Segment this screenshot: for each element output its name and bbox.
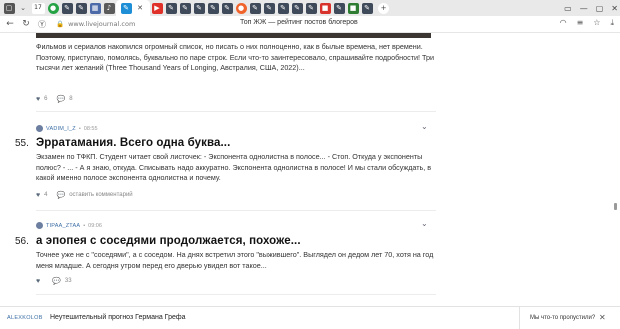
likes-count: 4 <box>44 192 48 198</box>
headphones-icon[interactable]: ◠ <box>560 18 567 28</box>
address-bar[interactable]: 🔒 www.livejournal.com <box>56 20 206 28</box>
tab-lj-icon[interactable]: ✎ <box>291 2 303 14</box>
post-excerpt: Точнее уже не с "соседями", а с соседом.… <box>36 250 434 270</box>
tab-lj-icon[interactable]: ✎ <box>75 2 87 14</box>
time-separator: • <box>83 222 86 229</box>
new-tab-icon[interactable]: + <box>378 2 389 14</box>
post-actions: ♥ 💬 33 <box>36 277 72 286</box>
missed-link[interactable]: Мы что-то пропустили? <box>530 315 595 321</box>
tab-green-icon[interactable]: ■ <box>347 2 359 14</box>
bookmark-icon[interactable]: ☆ <box>593 18 600 28</box>
tab-lj-icon[interactable]: ✎ <box>249 2 261 14</box>
bookmarks-icon[interactable]: ▭ <box>564 4 572 13</box>
post-time: 08:55 <box>83 125 98 132</box>
tab-lj-icon[interactable]: ✎ <box>277 2 289 14</box>
toolbar-actions: ◠ ≡ ☆ ⤓ <box>560 18 614 28</box>
tab-news-icon[interactable]: ● <box>235 2 247 14</box>
download-icon[interactable]: ⤓ <box>610 18 614 28</box>
tab-active[interactable]: ✎ ✕ <box>116 0 150 16</box>
tab-music-icon[interactable]: ♪ <box>103 2 115 14</box>
post-actions: ♥ 6 💬 8 <box>36 95 73 104</box>
divider <box>36 111 436 112</box>
tab-lj-icon[interactable]: ▢ <box>3 2 15 14</box>
tab-lj-icon[interactable]: ✎ <box>165 2 177 14</box>
heart-icon[interactable]: ♥ <box>36 96 40 103</box>
tab-lj-icon[interactable]: ✎ <box>61 2 73 14</box>
bottom-bar: ALEXKOLOB Неутешительный прогноз Германа… <box>0 306 620 329</box>
user-icon[interactable] <box>36 125 43 132</box>
page-title: Топ ЖЖ — рейтинг постов блогеров <box>240 19 358 26</box>
bottom-author-link[interactable]: ALEXKOLOB <box>7 315 43 321</box>
tab-lj-icon[interactable]: ✎ <box>207 2 219 14</box>
scrollbar-thumb[interactable] <box>614 203 617 210</box>
tab-dropdown-icon[interactable]: ⌄ <box>18 3 29 14</box>
tab-lj-icon[interactable]: ✎ <box>333 2 345 14</box>
post-rank: 56. <box>15 236 29 247</box>
post-actions: ♥ 4 💬 оставить комментарий <box>36 191 133 200</box>
time-separator: • <box>78 125 81 132</box>
tab-red-icon[interactable]: ■ <box>319 2 331 14</box>
tab-whatsapp-icon[interactable]: ● <box>47 2 59 14</box>
bottom-post-link[interactable]: Неутешительный прогноз Германа Грефа <box>50 314 186 321</box>
tab-lj-icon[interactable]: ✎ <box>263 2 275 14</box>
lock-icon: 🔒 <box>56 20 65 28</box>
tab-video-icon[interactable]: ▶ <box>151 2 163 14</box>
window-controls: ▭ — ▢ ✕ <box>564 0 618 16</box>
tab-lj-icon[interactable]: ✎ <box>305 2 317 14</box>
leave-comment-link[interactable]: оставить комментарий <box>69 192 132 198</box>
tab-lj-icon: ✎ <box>120 2 132 14</box>
post-excerpt: Фильмов и сериалов накопился огромный сп… <box>36 42 435 72</box>
user-icon[interactable] <box>36 222 43 229</box>
post-time: 09:06 <box>88 222 102 229</box>
divider <box>519 307 520 329</box>
tab-lj-icon[interactable]: ✎ <box>193 2 205 14</box>
comment-icon[interactable]: 💬 <box>57 95 66 103</box>
browser-toolbar: ← ↻ Ⓨ 🔒 www.livejournal.com Топ ЖЖ — рей… <box>0 16 620 33</box>
divider <box>36 210 436 211</box>
tab-lj-icon[interactable]: ✎ <box>361 2 373 14</box>
tab-calendar-icon[interactable]: ▦ <box>89 2 101 14</box>
chevron-down-icon[interactable]: ⌄ <box>421 122 428 131</box>
post-title[interactable]: Эрратамания. Всего одна буква... <box>36 137 230 149</box>
likes-count: 6 <box>44 96 48 102</box>
post-title[interactable]: а эпопея с соседями продолжается, похоже… <box>36 235 301 247</box>
post-excerpt: Экзамен по ТФКП. Студент читает свой лис… <box>36 152 432 182</box>
chevron-down-icon[interactable]: ⌄ <box>421 219 428 228</box>
post-rank: 55. <box>15 138 29 149</box>
heart-icon[interactable]: ♥ <box>36 278 40 285</box>
comment-icon[interactable]: 💬 <box>52 277 61 285</box>
author-link[interactable]: TIPAA_ZTAA <box>46 223 80 229</box>
comments-count: 8 <box>69 96 73 102</box>
reading-icon[interactable]: ≡ <box>577 18 584 28</box>
comments-count: 33 <box>64 278 72 284</box>
close-icon[interactable]: ✕ <box>599 313 606 322</box>
post-meta: TIPAA_ZTAA • 09:06 <box>36 222 102 229</box>
post-meta: VADIM_I_Z • 08:55 <box>36 125 98 132</box>
divider <box>36 294 436 295</box>
heart-icon[interactable]: ♥ <box>36 192 40 199</box>
maximize-icon[interactable]: ▢ <box>596 4 604 13</box>
tab-badge[interactable]: 17 <box>31 2 45 14</box>
close-icon[interactable]: ✕ <box>135 3 146 14</box>
yandex-icon[interactable]: Ⓨ <box>36 19 48 30</box>
tab-strip: ▢ ⌄ 17 ● ✎ ✎ ▦ ♪ ✎ ✕ ▶ ✎ ✎ ✎ ✎ ✎ ● ✎ ✎ ✎… <box>0 0 620 16</box>
url-text: www.livejournal.com <box>68 20 136 28</box>
reload-icon[interactable]: ↻ <box>20 19 32 29</box>
comment-icon[interactable]: 💬 <box>57 191 66 199</box>
tab-lj-icon[interactable]: ✎ <box>221 2 233 14</box>
feed: Фильмов и сериалов накопился огромный сп… <box>0 33 620 298</box>
back-icon[interactable]: ← <box>4 19 16 29</box>
minimize-icon[interactable]: — <box>580 4 588 13</box>
post-image[interactable] <box>36 33 431 38</box>
tab-lj-icon[interactable]: ✎ <box>179 2 191 14</box>
author-link[interactable]: VADIM_I_Z <box>46 126 76 132</box>
close-window-icon[interactable]: ✕ <box>611 4 618 13</box>
